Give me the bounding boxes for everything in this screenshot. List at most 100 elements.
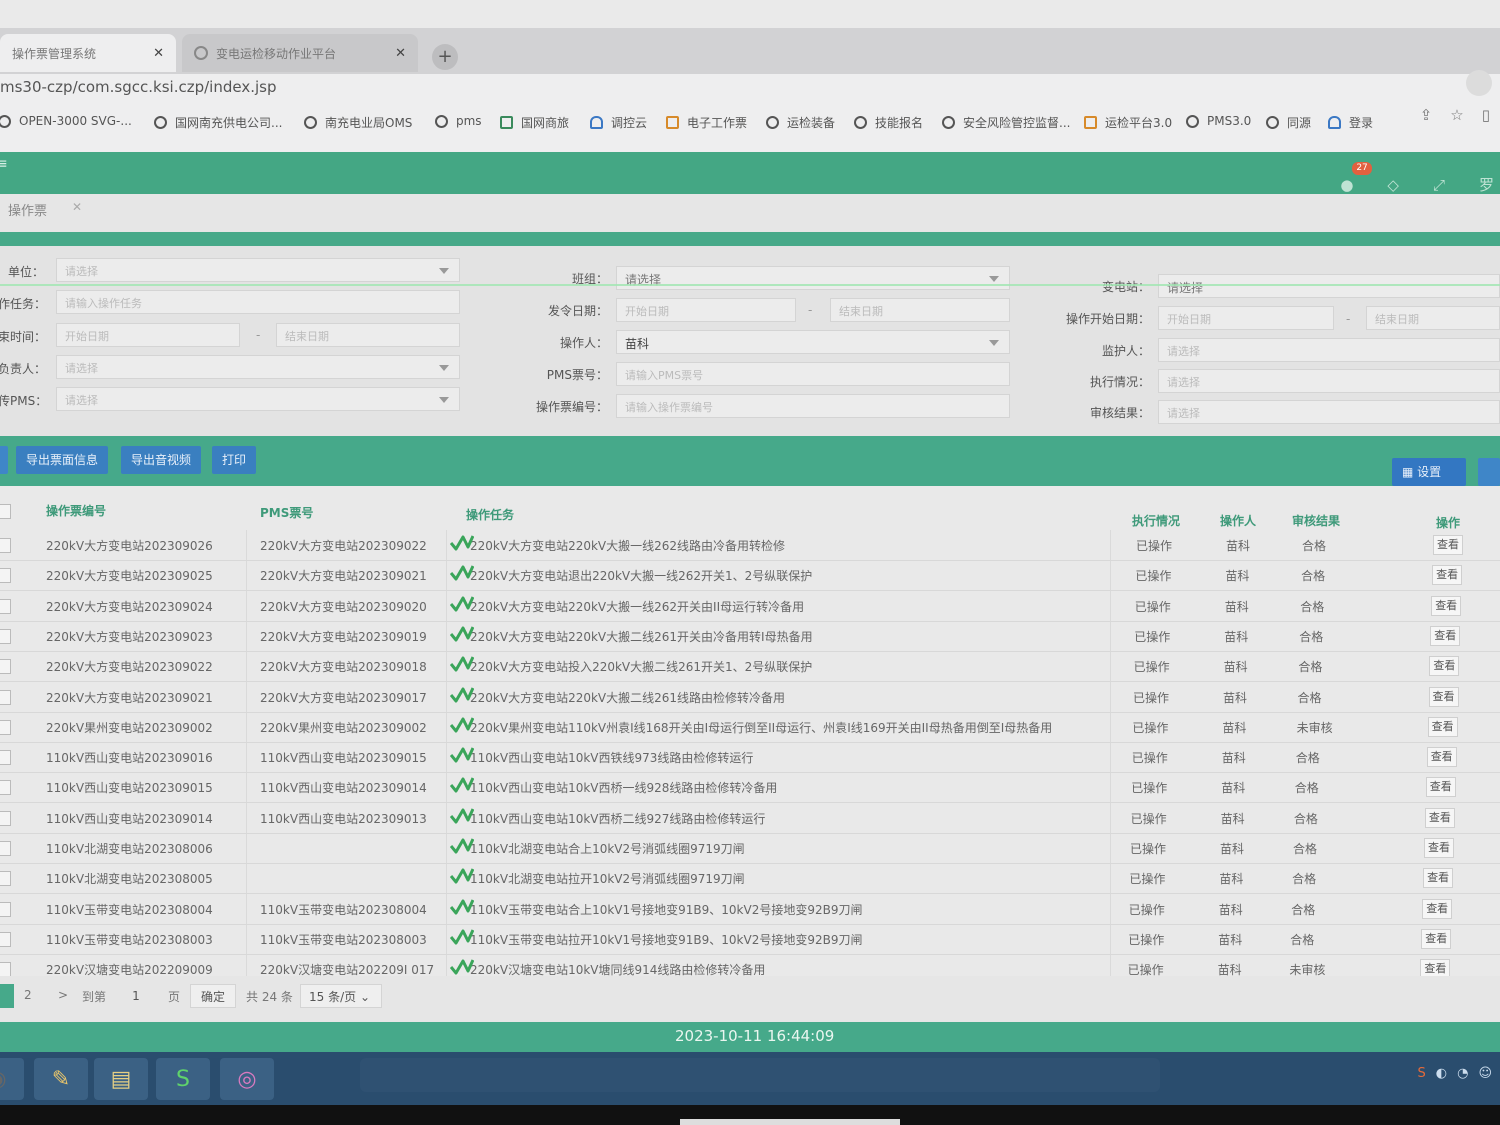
bookmark-item[interactable]: 安全风险管控监督... — [942, 114, 1070, 131]
row-checkbox[interactable] — [0, 628, 11, 644]
tag-icon[interactable]: ◇ — [1387, 176, 1399, 194]
table-row[interactable]: 110kV北湖变电站202308006 110kV北湖变电站合上10kV2号消弧线… — [0, 833, 1500, 864]
page-1-button[interactable] — [0, 984, 14, 1008]
bookmark-item[interactable]: 国网南充供电公司... — [154, 114, 282, 131]
bookmark-item[interactable]: 同源 — [1266, 114, 1311, 131]
bookmark-item[interactable]: 技能报名 — [854, 114, 923, 131]
view-button[interactable]: 查看 — [1433, 535, 1463, 555]
col-task[interactable]: 操作任务 — [466, 506, 514, 523]
bookmark-item[interactable]: 运检平台3.0 — [1084, 114, 1172, 131]
row-checkbox[interactable] — [0, 689, 11, 705]
sidebar-icon[interactable]: ▯ — [1482, 106, 1490, 124]
table-row[interactable]: 220kV大方变电站202309022 220kV大方变电站202309018 22… — [0, 651, 1500, 683]
guardian-select[interactable]: 请选择 — [1158, 338, 1500, 362]
operator-select[interactable]: 苗科 — [616, 330, 1010, 354]
end-time-end-input[interactable]: 结束日期 — [276, 323, 460, 347]
new-tab-button[interactable]: + — [432, 44, 458, 70]
col-operator[interactable]: 操作人 — [1220, 512, 1256, 529]
close-tab-icon[interactable]: ✕ — [153, 46, 164, 61]
browser-tab-2[interactable]: 变电运检移动作业平台 ✕ — [182, 34, 418, 72]
page-size-select[interactable]: 15 条/页 ⌄ — [300, 984, 382, 1008]
view-button[interactable]: 查看 — [1431, 595, 1462, 616]
more-button[interactable] — [1478, 458, 1500, 486]
bookmark-item[interactable]: PMS3.0 — [1186, 114, 1251, 128]
export-video-button[interactable]: 导出音视频 — [121, 446, 202, 474]
network-icon[interactable]: ◐ — [1436, 1066, 1447, 1081]
owner-select[interactable]: 请选择 — [56, 355, 460, 379]
browser-tab-1[interactable]: 操作票管理系统 ✕ — [0, 34, 176, 72]
share-icon[interactable]: ⇪ — [1420, 106, 1433, 124]
address-bar[interactable]: ms30-czp/com.sgcc.ksi.czp/index.jsp — [0, 70, 1500, 104]
row-checkbox[interactable] — [0, 901, 11, 917]
table-row[interactable]: 110kV北湖变电站202308005 110kV北湖变电站拉开10kV2号消弧线… — [0, 863, 1500, 895]
close-tab-icon[interactable]: ✕ — [395, 46, 406, 61]
end-time-start-input[interactable]: 开始日期 — [56, 323, 240, 347]
bookmark-item[interactable]: 电子工作票 — [666, 114, 747, 131]
table-row[interactable]: 220kV汉塘变电站202209009 220kV汉塘变电站202209I 017… — [0, 954, 1500, 976]
tag-operation-ticket[interactable]: 操作票 — [8, 200, 47, 219]
user-tray-icon[interactable]: ☺ — [1478, 1066, 1492, 1081]
row-checkbox[interactable] — [0, 810, 11, 826]
ime-icon[interactable]: S — [1417, 1066, 1425, 1081]
view-button[interactable]: 查看 — [1424, 838, 1454, 858]
browser-icon[interactable]: ◎ — [220, 1058, 274, 1100]
table-row[interactable]: 110kV西山变电站202309014 110kV西山变电站202309013 11… — [0, 803, 1500, 834]
row-checkbox[interactable] — [0, 538, 11, 553]
table-row[interactable]: 110kV西山变电站202309016 110kV西山变电站202309015 11… — [0, 742, 1500, 774]
bookmark-item[interactable]: 调控云 — [590, 114, 647, 131]
bookmark-item[interactable]: 国网商旅 — [500, 114, 569, 131]
view-button[interactable]: 查看 — [1426, 747, 1457, 768]
row-checkbox[interactable] — [0, 659, 11, 675]
view-button[interactable]: 查看 — [1423, 868, 1454, 889]
chevron-down-icon[interactable] — [1466, 70, 1492, 96]
pms-no-input[interactable]: 请输入PMS票号 — [616, 362, 1010, 386]
fullscreen-icon[interactable]: ⤢ — [1433, 176, 1445, 194]
row-checkbox[interactable] — [0, 598, 11, 614]
print-button[interactable]: 打印 — [212, 446, 257, 474]
table-row[interactable]: 110kV玉带变电站202308003 110kV玉带变电站202308003 11… — [0, 924, 1500, 955]
view-button[interactable]: 查看 — [1424, 807, 1455, 828]
chrome-icon[interactable]: ◉ — [0, 1058, 24, 1100]
issue-date-start-input[interactable]: 开始日期 — [616, 298, 796, 322]
exec-status-select[interactable]: 请选择 — [1158, 369, 1500, 393]
bookmark-item[interactable]: 运检装备 — [766, 114, 835, 131]
view-button[interactable]: 查看 — [1420, 959, 1451, 976]
audit-result-select[interactable]: 请选择 — [1158, 400, 1500, 424]
table-row[interactable]: 220kV大方变电站202309024 220kV大方变电站202309020 22… — [0, 591, 1500, 622]
notification-button[interactable]: ● 27 — [1340, 161, 1372, 194]
view-button[interactable]: 查看 — [1421, 928, 1452, 949]
table-row[interactable]: 220kV大方变电站202309026 220kV大方变电站202309022 22… — [0, 530, 1500, 561]
view-button[interactable]: 查看 — [1432, 565, 1463, 586]
col-audit[interactable]: 审核结果 — [1292, 512, 1340, 529]
folder-icon[interactable]: ▤ — [94, 1058, 148, 1100]
wps-icon[interactable]: S — [156, 1058, 210, 1100]
table-row[interactable]: 110kV玉带变电站202308004 110kV玉带变电站202308004 11… — [0, 894, 1500, 925]
view-button[interactable]: 查看 — [1429, 656, 1460, 677]
page-2-button[interactable]: 2 — [24, 988, 32, 1002]
unit-select[interactable]: 请选择 — [56, 258, 460, 282]
issue-date-end-input[interactable]: 结束日期 — [830, 298, 1010, 322]
col-exec[interactable]: 执行情况 — [1132, 512, 1180, 529]
row-checkbox[interactable] — [0, 780, 11, 796]
table-row[interactable]: 220kV大方变电站202309025 220kV大方变电站202309021 22… — [0, 560, 1500, 592]
star-icon[interactable]: ☆ — [1450, 106, 1463, 124]
row-checkbox[interactable] — [0, 568, 11, 584]
table-row[interactable]: 110kV西山变电站202309015 110kV西山变电站202309014 11… — [0, 772, 1500, 804]
col-pms-no[interactable]: PMS票号 — [260, 504, 313, 521]
bookmark-item[interactable]: pms — [435, 114, 482, 128]
next-page-button[interactable]: > — [58, 988, 68, 1002]
table-row[interactable]: 220kV大方变电站202309023 220kV大方变电站202309019 22… — [0, 621, 1500, 652]
row-checkbox[interactable] — [0, 871, 11, 887]
substation-select[interactable]: 请选择 — [1158, 274, 1500, 298]
op-start-date-end-input[interactable]: 结束日期 — [1366, 306, 1500, 330]
table-row[interactable]: 220kV大方变电站202309021 220kV大方变电站202309017 22… — [0, 682, 1500, 713]
menu-icon[interactable]: ≡ — [0, 156, 8, 172]
row-checkbox[interactable] — [0, 931, 11, 947]
pms-transfer-select[interactable]: 请选择 — [56, 387, 460, 411]
row-checkbox[interactable] — [0, 841, 11, 856]
bookmark-item[interactable]: 南充电业局OMS — [304, 114, 412, 131]
bookmark-item[interactable]: OPEN-3000 SVG-... — [0, 114, 132, 128]
hidden-button[interactable] — [0, 446, 8, 474]
ticket-no-input[interactable]: 请输入操作票编号 — [616, 394, 1010, 418]
volume-icon[interactable]: ◔ — [1457, 1066, 1468, 1081]
